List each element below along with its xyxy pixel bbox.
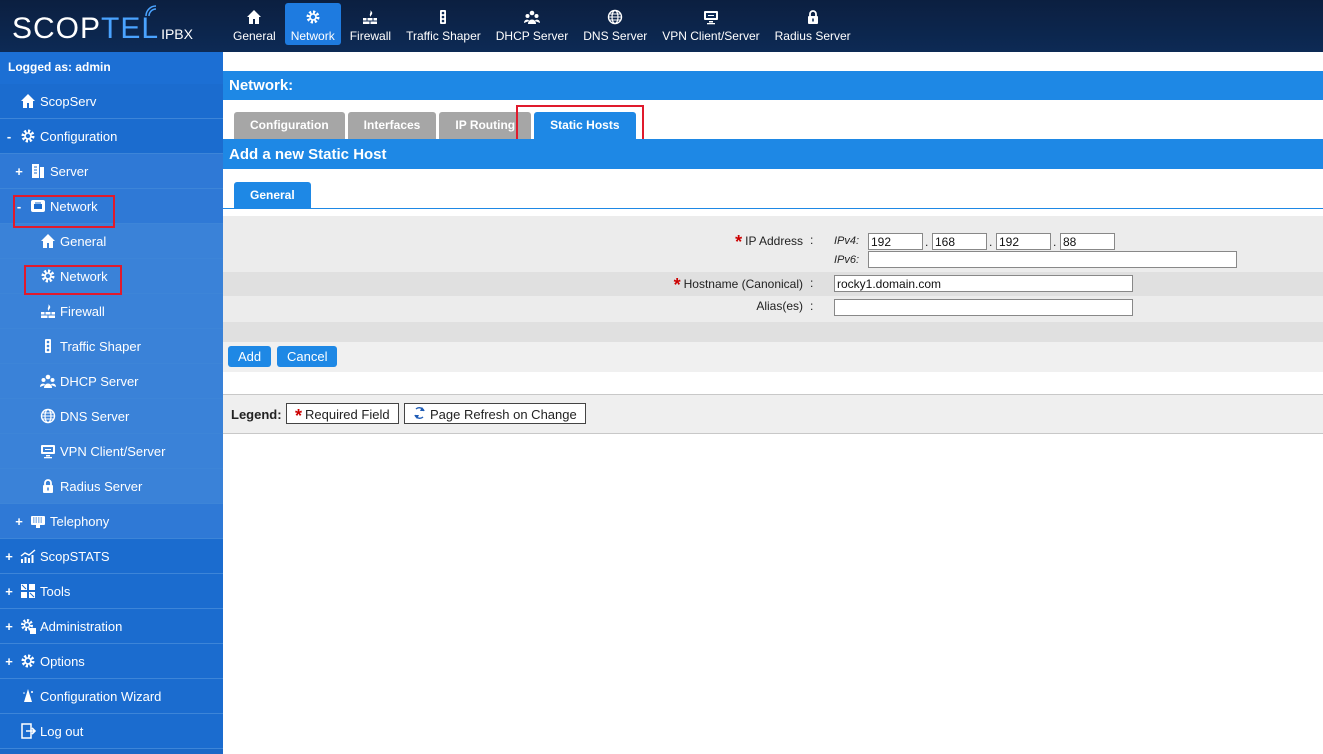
ipv4-octet-2[interactable] bbox=[932, 233, 987, 250]
monitor-icon bbox=[703, 11, 718, 25]
alias-row: Alias(es) : bbox=[223, 296, 1323, 322]
sidebar-item-vpn-client-server[interactable]: VPN Client/Server bbox=[0, 434, 223, 469]
hostname-label: * Hostname (Canonical) bbox=[673, 275, 803, 295]
hostname-input[interactable] bbox=[834, 275, 1133, 292]
sidebar-item-dhcp-server[interactable]: DHCP Server bbox=[0, 364, 223, 399]
legend-required-field: * Required Field bbox=[286, 403, 399, 426]
main-content: Network: Configuration Interfaces IP Rou… bbox=[223, 52, 1323, 754]
legend-bar: Legend: * Required Field Page Refresh on … bbox=[223, 394, 1323, 434]
ipv4-octet-3[interactable] bbox=[996, 233, 1051, 250]
page-title: Network: bbox=[223, 71, 1323, 100]
lock-icon bbox=[40, 478, 56, 494]
traffic-light-icon bbox=[440, 10, 447, 24]
logout-icon bbox=[20, 723, 36, 739]
sidebar-item-configuration-wizard[interactable]: Configuration Wizard bbox=[0, 679, 223, 714]
gear-icon bbox=[20, 128, 36, 144]
server-icon bbox=[30, 163, 46, 179]
topnav-dns-server[interactable]: DNS Server bbox=[577, 3, 653, 45]
topnav-radius-server[interactable]: Radius Server bbox=[769, 3, 857, 45]
section-title: Add a new Static Host bbox=[223, 140, 1323, 169]
phone-icon bbox=[30, 513, 46, 529]
firewall-icon bbox=[363, 10, 378, 24]
gear-icon bbox=[306, 10, 320, 24]
network-highlight-box bbox=[13, 195, 115, 228]
sidebar-item-traffic-shaper[interactable]: Traffic Shaper bbox=[0, 329, 223, 364]
cancel-button[interactable]: Cancel bbox=[277, 346, 338, 367]
sidebar-item-server[interactable]: + Server bbox=[0, 154, 223, 189]
topnav-general[interactable]: General bbox=[227, 3, 282, 45]
stats-icon bbox=[20, 548, 36, 564]
add-button[interactable]: Add bbox=[228, 346, 272, 367]
home-icon bbox=[20, 93, 36, 109]
firewall-icon bbox=[40, 303, 56, 319]
refresh-icon bbox=[414, 407, 425, 419]
sidebar-item-tools[interactable]: + Tools bbox=[0, 574, 223, 609]
ipv6-input[interactable] bbox=[868, 251, 1237, 268]
top-bar: SCOP TEL IPBX General Network Firewall Tra… bbox=[0, 0, 1323, 52]
globe-icon bbox=[608, 9, 623, 25]
sidebar-item-log-out[interactable]: Log out bbox=[0, 714, 223, 749]
top-nav: General Network Firewall Traffic Shaper … bbox=[227, 3, 860, 45]
alias-input[interactable] bbox=[834, 299, 1133, 316]
sidebar-item-options[interactable]: + Options bbox=[0, 644, 223, 679]
lock-icon bbox=[807, 10, 818, 24]
ipv4-octet-1[interactable] bbox=[868, 233, 923, 250]
legend-title: Legend: bbox=[231, 407, 282, 422]
legend-page-refresh: Page Refresh on Change bbox=[404, 403, 586, 424]
users-icon bbox=[524, 10, 540, 24]
topnav-traffic-shaper[interactable]: Traffic Shaper bbox=[400, 3, 487, 45]
sidebar-item-scopserv[interactable]: ScopServ bbox=[0, 84, 223, 119]
sidebar-item-dns-server[interactable]: DNS Server bbox=[0, 399, 223, 434]
monitor-icon bbox=[40, 443, 56, 459]
sidebar-item-radius-server[interactable]: Radius Server bbox=[0, 469, 223, 504]
home-icon bbox=[40, 233, 56, 249]
hostname-row: * Hostname (Canonical) : bbox=[223, 272, 1323, 296]
ip-address-label: * IP Address bbox=[735, 232, 803, 252]
tools-icon bbox=[20, 583, 36, 599]
tab-configuration[interactable]: Configuration bbox=[234, 112, 345, 139]
alias-label: Alias(es) bbox=[756, 299, 803, 313]
globe-icon bbox=[40, 408, 56, 424]
network-sub-highlight-box bbox=[24, 265, 122, 295]
ipv4-octet-4[interactable] bbox=[1060, 233, 1115, 250]
sidebar-item-scopstats[interactable]: + ScopSTATS bbox=[0, 539, 223, 574]
scoptel-logo[interactable]: SCOP TEL IPBX bbox=[12, 5, 193, 46]
home-icon bbox=[247, 10, 262, 24]
sidebar-item-telephony[interactable]: + Telephony bbox=[0, 504, 223, 539]
gear-icon bbox=[20, 653, 36, 669]
topnav-vpn-client-server[interactable]: VPN Client/Server bbox=[656, 3, 765, 45]
topnav-network[interactable]: Network bbox=[284, 3, 341, 45]
tab-interfaces[interactable]: Interfaces bbox=[347, 112, 437, 139]
sidebar-item-network-general[interactable]: General bbox=[0, 224, 223, 259]
sidebar: Logged as: admin ScopServ - Configuratio… bbox=[0, 52, 223, 754]
users-icon bbox=[40, 373, 56, 389]
topnav-dhcp-server[interactable]: DHCP Server bbox=[490, 3, 574, 45]
sidebar-item-firewall[interactable]: Firewall bbox=[0, 294, 223, 329]
sidebar-item-administration[interactable]: + Administration bbox=[0, 609, 223, 644]
topnav-firewall[interactable]: Firewall bbox=[344, 3, 397, 45]
admin-gear-icon bbox=[20, 618, 36, 634]
signal-waves-icon bbox=[145, 5, 157, 17]
tab-general[interactable]: General bbox=[234, 182, 311, 208]
wizard-icon bbox=[20, 688, 36, 704]
traffic-light-icon bbox=[40, 338, 56, 354]
sidebar-item-configuration[interactable]: - Configuration bbox=[0, 119, 223, 154]
logged-user-label: Logged as: admin bbox=[0, 52, 223, 84]
